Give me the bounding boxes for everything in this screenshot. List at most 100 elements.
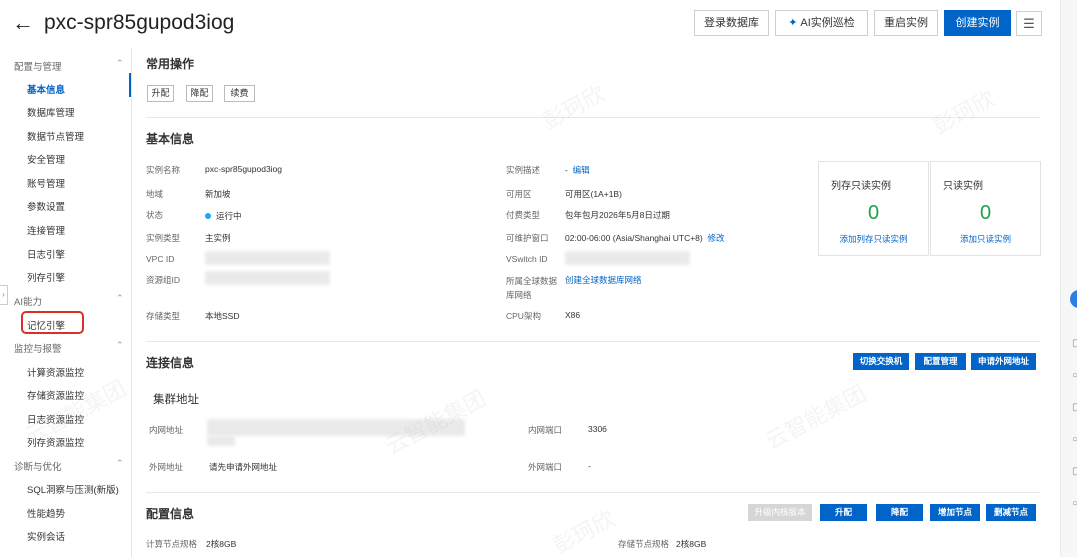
sidebar-group-monitor[interactable]: 监控与报警 xyxy=(14,341,62,355)
label-resource-group: 资源组ID xyxy=(146,275,181,285)
divider xyxy=(146,341,1040,342)
login-database-button[interactable]: 登录数据库 xyxy=(694,10,769,36)
label-storage-spec: 存储节点规格 xyxy=(618,539,670,549)
basic-info-title: 基本信息 xyxy=(146,132,195,146)
description-text: - xyxy=(565,165,568,175)
modify-window-link[interactable]: 修改 xyxy=(707,233,724,243)
common-ops-title: 常用操作 xyxy=(146,57,195,71)
value-compute-spec: 2核8GB xyxy=(206,539,237,549)
downgrade-button[interactable]: 降配 xyxy=(186,85,213,102)
value-description: - 编辑 xyxy=(565,164,590,176)
label-cpu-arch: CPU架构 xyxy=(506,311,541,321)
sidebar-item-sessions[interactable]: 实例会话 xyxy=(27,529,65,543)
readonly-card: 只读实例 0 添加只读实例 xyxy=(930,161,1041,256)
card-title: 列存只读实例 xyxy=(831,181,891,192)
redacted-resource-group xyxy=(205,271,330,285)
value-zone: 可用区(1A+1B) xyxy=(565,189,622,199)
switch-vswitch-button[interactable]: 切换交换机 xyxy=(853,353,909,370)
maintain-window-text: 02:00-06:00 (Asia/Shanghai UTC+8) xyxy=(565,233,703,243)
redacted-private-address-2 xyxy=(207,436,235,446)
status-dot-icon xyxy=(205,213,211,219)
sidebar-item-compute-monitor[interactable]: 计算资源监控 xyxy=(27,365,84,379)
sidebar-item-log-engine[interactable]: 日志引擎 xyxy=(27,247,65,261)
value-storage-spec: 2核8GB xyxy=(676,539,707,549)
chevron-up-icon[interactable]: ⌃ xyxy=(116,293,124,304)
sidebar-group-diagnose[interactable]: 诊断与优化 xyxy=(14,459,62,473)
config-manage-button[interactable]: 配置管理 xyxy=(915,353,966,370)
sidebar-item-storage-monitor[interactable]: 存储资源监控 xyxy=(27,388,84,402)
renew-button[interactable]: 续费 xyxy=(224,85,255,102)
page-title: pxc-spr85gupod3iog xyxy=(44,11,235,34)
sidebar-item-params[interactable]: 参数设置 xyxy=(27,199,65,213)
value-cpu-arch: X86 xyxy=(565,310,581,320)
rail-icon[interactable]: ○ xyxy=(1072,498,1077,509)
config-downgrade-button[interactable]: 降配 xyxy=(876,504,923,521)
upgrade-button[interactable]: 升配 xyxy=(147,85,174,102)
label-instance-type: 实例类型 xyxy=(146,233,181,243)
value-storage-type: 本地SSD xyxy=(205,311,240,321)
rail-icon[interactable]: ○ xyxy=(1072,434,1077,445)
sidebar-item-connection[interactable]: 连接管理 xyxy=(27,223,65,237)
label-storage-type: 存储类型 xyxy=(146,311,181,321)
label-public-port: 外网端口 xyxy=(528,462,563,472)
sidebar-group-config[interactable]: 配置与管理 xyxy=(14,59,62,73)
label-status: 状态 xyxy=(146,210,164,220)
status-text: 运行中 xyxy=(216,211,242,221)
redacted-private-address xyxy=(207,419,465,436)
cluster-address-title: 集群地址 xyxy=(153,394,199,406)
assistant-icon[interactable] xyxy=(1070,290,1077,308)
card-title: 只读实例 xyxy=(943,181,983,192)
add-readonly-link[interactable]: 添加只读实例 xyxy=(931,233,1040,245)
sidebar-item-basic-info[interactable]: 基本信息 xyxy=(27,82,65,96)
label-region: 地域 xyxy=(146,189,164,199)
create-global-db-link[interactable]: 创建全球数据库网络 xyxy=(565,274,642,286)
sidebar-item-sql-insight[interactable]: SQL洞察与压测(新版) xyxy=(27,482,119,496)
sidebar-item-security[interactable]: 安全管理 xyxy=(27,152,65,166)
add-node-button[interactable]: 增加节点 xyxy=(930,504,980,521)
chevron-up-icon[interactable]: ⌃ xyxy=(116,458,124,469)
watermark: 彭珂欣 xyxy=(548,505,619,557)
ai-inspect-label: AI实例巡检 xyxy=(800,17,855,29)
sidebar-item-perf-trend[interactable]: 性能趋势 xyxy=(27,506,65,520)
create-instance-button[interactable]: 创建实例 xyxy=(944,10,1011,36)
rail-icon[interactable]: ▢ xyxy=(1072,466,1077,477)
label-private-address: 内网地址 xyxy=(149,425,184,435)
instance-detail-page: ← pxc-spr85gupod3iog 登录数据库 ✦ AI实例巡检 重启实例 … xyxy=(0,0,1077,557)
label-public-address: 外网地址 xyxy=(149,462,184,472)
label-vpc-id: VPC ID xyxy=(146,254,175,264)
sidebar-item-log-monitor[interactable]: 日志资源监控 xyxy=(27,412,84,426)
sidebar-item-db-manage[interactable]: 数据库管理 xyxy=(27,105,75,119)
sidebar-item-account[interactable]: 账号管理 xyxy=(27,176,65,190)
global-db-label-line2: 库网络 xyxy=(506,290,532,300)
sidebar-group-ai[interactable]: AI能力 xyxy=(14,294,42,308)
label-maintain-window: 可维护窗口 xyxy=(506,233,549,243)
add-column-readonly-link[interactable]: 添加列存只读实例 xyxy=(819,233,928,245)
chevron-up-icon[interactable]: ⌃ xyxy=(116,58,124,69)
page-header: ← pxc-spr85gupod3iog 登录数据库 ✦ AI实例巡检 重启实例 … xyxy=(0,0,1060,48)
sidebar-item-data-node[interactable]: 数据节点管理 xyxy=(27,129,84,143)
sidebar-item-column-engine[interactable]: 列存引擎 xyxy=(27,270,65,284)
chevron-up-icon[interactable]: ⌃ xyxy=(116,340,124,351)
remove-node-button[interactable]: 删减节点 xyxy=(986,504,1036,521)
label-zone: 可用区 xyxy=(506,189,532,199)
rail-icon[interactable]: ○ xyxy=(1072,370,1077,381)
upgrade-kernel-button[interactable]: 升级内核版本 xyxy=(748,504,812,521)
collapse-sidebar-icon[interactable]: › xyxy=(0,285,8,305)
apply-public-address-button[interactable]: 申请外网地址 xyxy=(971,353,1036,370)
value-instance-type: 主实例 xyxy=(205,233,231,243)
value-maintain-window: 02:00-06:00 (Asia/Shanghai UTC+8) 修改 xyxy=(565,232,725,244)
highlight-box xyxy=(21,311,84,334)
rail-icon[interactable]: ▢ xyxy=(1072,338,1077,349)
label-compute-spec: 计算节点规格 xyxy=(146,539,198,549)
ai-inspect-button[interactable]: ✦ AI实例巡检 xyxy=(775,10,868,36)
rail-icon[interactable]: ▢ xyxy=(1072,402,1077,413)
connection-title: 连接信息 xyxy=(146,356,195,370)
config-upgrade-button[interactable]: 升配 xyxy=(820,504,867,521)
menu-icon[interactable]: ☰ xyxy=(1016,11,1042,36)
edit-description-link[interactable]: 编辑 xyxy=(573,165,590,175)
label-vswitch-id: VSwitch ID xyxy=(506,254,548,264)
sidebar-item-column-monitor[interactable]: 列存资源监控 xyxy=(27,435,84,449)
restart-instance-button[interactable]: 重启实例 xyxy=(874,10,938,36)
value-public-address: 请先申请外网地址 xyxy=(209,462,278,472)
back-arrow-icon[interactable]: ← xyxy=(12,11,34,35)
